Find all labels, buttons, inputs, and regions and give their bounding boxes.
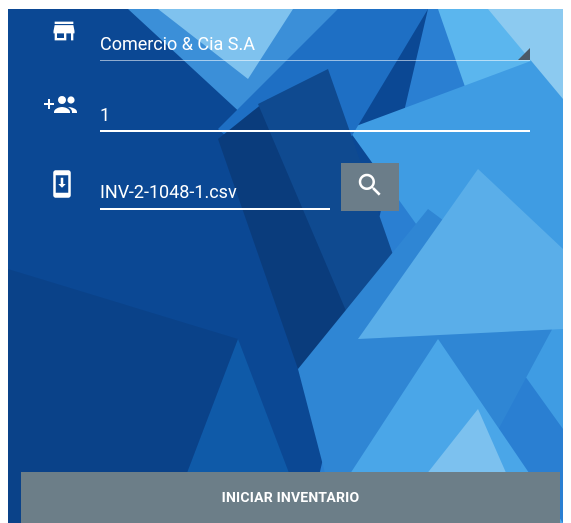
people-field-underline (100, 130, 530, 132)
add-people-icon (42, 91, 82, 117)
search-button[interactable] (341, 163, 399, 211)
background-wallpaper (8, 9, 563, 523)
company-field[interactable]: Comercio & Cia S.A (100, 34, 255, 56)
people-count-field[interactable]: 1 (100, 105, 110, 127)
file-name-field[interactable]: INV-2-1048-1.csv (100, 182, 237, 204)
phone-download-icon (47, 169, 77, 199)
store-icon (50, 17, 78, 45)
app-screen: Comercio & Cia S.A 1 INV-2-1048-1.csv IN… (8, 9, 563, 523)
file-field-underline (100, 208, 330, 210)
dropdown-arrow-icon[interactable] (518, 48, 530, 60)
company-field-underline (100, 60, 530, 61)
start-inventory-button[interactable]: INICIAR INVENTARIO (21, 472, 560, 523)
search-icon (355, 170, 385, 204)
